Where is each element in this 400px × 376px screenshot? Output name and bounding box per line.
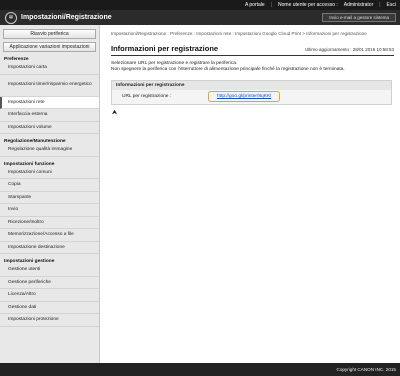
separator: | bbox=[379, 2, 381, 8]
sidebar-item-receive-forward[interactable]: Ricezione/Inoltro bbox=[0, 217, 99, 229]
restart-device-button[interactable]: Riavvio periferica bbox=[3, 29, 96, 39]
description: Selezionare URL per registrazione e regi… bbox=[111, 61, 394, 74]
sidebar-item-printer[interactable]: Stampante bbox=[0, 192, 99, 204]
description-line: Non spegnere la periferica con l'interru… bbox=[111, 67, 345, 73]
apply-settings-button[interactable]: Applicazione variazioni impostazioni bbox=[3, 42, 96, 52]
sidebar-item-license-other[interactable]: Licenza/Altro bbox=[0, 289, 99, 302]
sidebar-item-data-management[interactable]: Gestione dati bbox=[0, 302, 99, 314]
section-heading-function-settings: Impostazioni funzione bbox=[4, 161, 55, 167]
portal-link[interactable]: A portale bbox=[245, 2, 265, 8]
panel-title: Informazioni per registrazione bbox=[112, 80, 391, 90]
breadcrumb[interactable]: Impostazioni/Registrazione : Preferenze … bbox=[111, 31, 394, 37]
sidebar-item-send[interactable]: Invio bbox=[0, 204, 99, 217]
user-name: Administrator bbox=[343, 2, 374, 8]
sidebar-item-external-interface[interactable]: Interfaccia esterna bbox=[0, 109, 99, 122]
sidebar-item-device-management[interactable]: Gestione periferiche bbox=[0, 277, 99, 289]
sidebar-item-user-management[interactable]: Gestione utenti bbox=[0, 264, 99, 277]
top-bar: A portale | Nome utente per accesso : Ad… bbox=[0, 0, 400, 10]
sidebar: Riavvio periferica Applicazione variazio… bbox=[0, 25, 100, 363]
section-heading-adjustment: Regolazione/Manutenzione bbox=[4, 139, 66, 144]
page-title: Informazioni per registrazione bbox=[111, 44, 219, 53]
canon-remote-ui-logo-icon: ✲ bbox=[5, 11, 17, 24]
page-heading: Informazioni per registrazione Ultimo ag… bbox=[111, 44, 394, 56]
sidebar-item-store-access-files[interactable]: Memorizzazione/Accesso a file bbox=[0, 229, 99, 242]
copyright: Copyright CANON INC. 2015 bbox=[336, 367, 397, 372]
sidebar-item-network-settings[interactable]: Impostazioni rete bbox=[0, 96, 99, 109]
section-heading-preferences: Preferenze bbox=[4, 57, 29, 62]
sidebar-item-paper-settings[interactable]: Impostazioni carta bbox=[0, 62, 99, 75]
sidebar-item-security-settings[interactable]: Impostazioni protezione bbox=[0, 314, 99, 327]
sidebar-item-common-settings[interactable]: Impostazioni comuni bbox=[0, 167, 99, 179]
registration-url-row: URL per registrazione : http://goo.gl/pr… bbox=[112, 89, 391, 104]
arrow-up-to-top-icon[interactable]: ⮝ bbox=[112, 110, 394, 117]
mail-admin-button[interactable]: Invio e-mail a gestore sistema bbox=[322, 13, 396, 22]
user-label: Nome utente per accesso : bbox=[278, 2, 338, 8]
sidebar-item-image-quality[interactable]: Regolazione qualità immagine bbox=[0, 144, 99, 157]
logout-link[interactable]: Esci bbox=[387, 2, 396, 8]
footer: Copyright CANON INC. 2015 bbox=[0, 363, 400, 376]
main-content: Impostazioni/Registrazione : Preferenze … bbox=[101, 25, 400, 363]
separator: | bbox=[270, 2, 273, 8]
registration-info-panel: Informazioni per registrazione URL per r… bbox=[111, 79, 392, 105]
registration-url-label: URL per registrazione : bbox=[122, 94, 172, 100]
last-updated: Ultimo aggiornamento : 28/01 2016 10:58:… bbox=[304, 47, 394, 52]
sidebar-item-destination-settings[interactable]: Impostazione destinazione bbox=[0, 242, 99, 254]
sidebar-item-copy[interactable]: Copia bbox=[0, 179, 99, 192]
title-bar: ✲ Impostazioni/Registrazione Invio e-mai… bbox=[0, 10, 400, 25]
registration-url-link[interactable]: http://goo.gl/printer/8qKKl bbox=[208, 91, 281, 103]
page-header-title: Impostazioni/Registrazione bbox=[21, 14, 112, 21]
sidebar-item-volume-settings[interactable]: Impostazioni volume bbox=[0, 122, 99, 134]
sidebar-item-timer-energy[interactable]: Impostazioni timer/risparmio energetico bbox=[0, 75, 99, 97]
section-heading-management-settings: Impostazioni gestione bbox=[4, 259, 55, 264]
